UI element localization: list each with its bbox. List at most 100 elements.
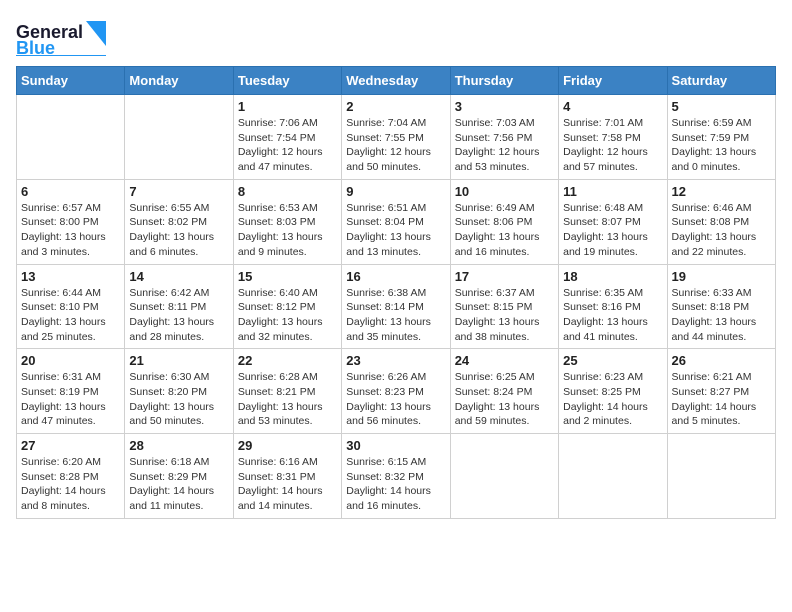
day-number: 6 <box>21 184 120 199</box>
day-header-saturday: Saturday <box>667 67 775 95</box>
day-number: 18 <box>563 269 662 284</box>
calendar-cell: 16Sunrise: 6:38 AM Sunset: 8:14 PM Dayli… <box>342 264 450 349</box>
day-number: 24 <box>455 353 554 368</box>
calendar-cell: 30 Sunrise: 6:15 AM Sunset: 8:32 PM Dayli… <box>342 434 450 519</box>
day-info: Sunrise: 6:44 AM Sunset: 8:10 PM Dayligh… <box>21 286 120 345</box>
day-number: 14 <box>129 269 228 284</box>
day-info: Sunrise: 6:57 AM Sunset: 8:00 PM Dayligh… <box>21 201 120 260</box>
day-header-monday: Monday <box>125 67 233 95</box>
calendar-cell: 22 Sunrise: 6:28 AM Sunset: 8:21 PM Dayli… <box>233 349 341 434</box>
day-number: 3 <box>455 99 554 114</box>
calendar-cell: 8 Sunrise: 6:53 AM Sunset: 8:03 PM Daylig… <box>233 179 341 264</box>
day-info: Sunrise: 6:42 AM Sunset: 8:11 PM Dayligh… <box>129 286 228 345</box>
calendar-header-row: SundayMondayTuesdayWednesdayThursdayFrid… <box>17 67 776 95</box>
day-number: 29 <box>238 438 337 453</box>
calendar-cell: 5 Sunrise: 6:59 AM Sunset: 7:59 PM Daylig… <box>667 95 775 180</box>
calendar-week-3: 13 Sunrise: 6:44 AM Sunset: 8:10 PM Dayli… <box>17 264 776 349</box>
calendar-week-1: 1 Sunrise: 7:06 AM Sunset: 7:54 PM Daylig… <box>17 95 776 180</box>
calendar-cell <box>17 95 125 180</box>
day-header-tuesday: Tuesday <box>233 67 341 95</box>
calendar-cell: 19 Sunrise: 6:33 AM Sunset: 8:18 PM Dayli… <box>667 264 775 349</box>
calendar-cell: 11 Sunrise: 6:48 AM Sunset: 8:07 PM Dayli… <box>559 179 667 264</box>
calendar-cell: 14 Sunrise: 6:42 AM Sunset: 8:11 PM Dayli… <box>125 264 233 349</box>
day-info: Sunrise: 6:48 AM Sunset: 8:07 PM Dayligh… <box>563 201 662 260</box>
day-info: Sunrise: 6:30 AM Sunset: 8:20 PM Dayligh… <box>129 370 228 429</box>
day-info: Sunrise: 6:28 AM Sunset: 8:21 PM Dayligh… <box>238 370 337 429</box>
calendar-cell: 20 Sunrise: 6:31 AM Sunset: 8:19 PM Dayli… <box>17 349 125 434</box>
calendar-week-2: 6 Sunrise: 6:57 AM Sunset: 8:00 PM Daylig… <box>17 179 776 264</box>
day-info: Sunrise: 6:31 AM Sunset: 8:19 PM Dayligh… <box>21 370 120 429</box>
calendar-cell <box>450 434 558 519</box>
calendar-week-4: 20 Sunrise: 6:31 AM Sunset: 8:19 PM Dayli… <box>17 349 776 434</box>
day-number: 27 <box>21 438 120 453</box>
day-number: 13 <box>21 269 120 284</box>
day-info: Sunrise: 6:21 AM Sunset: 8:27 PM Dayligh… <box>672 370 771 429</box>
calendar-cell: 26 Sunrise: 6:21 AM Sunset: 8:27 PM Dayli… <box>667 349 775 434</box>
logo: General Blue <box>16 16 106 56</box>
calendar-cell: 6 Sunrise: 6:57 AM Sunset: 8:00 PM Daylig… <box>17 179 125 264</box>
calendar-cell: 28Sunrise: 6:18 AM Sunset: 8:29 PM Dayli… <box>125 434 233 519</box>
day-number: 1 <box>238 99 337 114</box>
day-info: Sunrise: 6:46 AM Sunset: 8:08 PM Dayligh… <box>672 201 771 260</box>
calendar-cell: 29 Sunrise: 6:16 AM Sunset: 8:31 PM Dayli… <box>233 434 341 519</box>
calendar-cell <box>125 95 233 180</box>
day-number: 23 <box>346 353 445 368</box>
day-info: Sunrise: 7:06 AM Sunset: 7:54 PM Dayligh… <box>238 116 337 175</box>
day-number: 12 <box>672 184 771 199</box>
day-number: 19 <box>672 269 771 284</box>
day-header-friday: Friday <box>559 67 667 95</box>
calendar-cell: 23Sunrise: 6:26 AM Sunset: 8:23 PM Dayli… <box>342 349 450 434</box>
day-info: Sunrise: 6:55 AM Sunset: 8:02 PM Dayligh… <box>129 201 228 260</box>
calendar-table: SundayMondayTuesdayWednesdayThursdayFrid… <box>16 66 776 519</box>
day-info: Sunrise: 6:53 AM Sunset: 8:03 PM Dayligh… <box>238 201 337 260</box>
day-header-sunday: Sunday <box>17 67 125 95</box>
day-number: 28 <box>129 438 228 453</box>
calendar-cell: 25 Sunrise: 6:23 AM Sunset: 8:25 PM Dayli… <box>559 349 667 434</box>
day-info: Sunrise: 6:23 AM Sunset: 8:25 PM Dayligh… <box>563 370 662 429</box>
calendar-cell: 1 Sunrise: 7:06 AM Sunset: 7:54 PM Daylig… <box>233 95 341 180</box>
day-number: 11 <box>563 184 662 199</box>
day-number: 22 <box>238 353 337 368</box>
day-info: Sunrise: 6:15 AM Sunset: 8:32 PM Dayligh… <box>346 455 445 514</box>
day-number: 30 <box>346 438 445 453</box>
day-header-thursday: Thursday <box>450 67 558 95</box>
day-info: Sunrise: 6:49 AM Sunset: 8:06 PM Dayligh… <box>455 201 554 260</box>
day-info: Sunrise: 6:33 AM Sunset: 8:18 PM Dayligh… <box>672 286 771 345</box>
day-info: Sunrise: 7:04 AM Sunset: 7:55 PM Dayligh… <box>346 116 445 175</box>
calendar-week-5: 27Sunrise: 6:20 AM Sunset: 8:28 PM Dayli… <box>17 434 776 519</box>
day-number: 2 <box>346 99 445 114</box>
day-number: 15 <box>238 269 337 284</box>
calendar-cell: 17 Sunrise: 6:37 AM Sunset: 8:15 PM Dayli… <box>450 264 558 349</box>
day-number: 17 <box>455 269 554 284</box>
day-number: 8 <box>238 184 337 199</box>
day-info: Sunrise: 6:51 AM Sunset: 8:04 PM Dayligh… <box>346 201 445 260</box>
calendar-cell: 13 Sunrise: 6:44 AM Sunset: 8:10 PM Dayli… <box>17 264 125 349</box>
day-number: 20 <box>21 353 120 368</box>
calendar-cell: 4Sunrise: 7:01 AM Sunset: 7:58 PM Daylig… <box>559 95 667 180</box>
day-number: 26 <box>672 353 771 368</box>
calendar-cell: 3 Sunrise: 7:03 AM Sunset: 7:56 PM Daylig… <box>450 95 558 180</box>
day-info: Sunrise: 6:16 AM Sunset: 8:31 PM Dayligh… <box>238 455 337 514</box>
calendar-cell: 18 Sunrise: 6:35 AM Sunset: 8:16 PM Dayli… <box>559 264 667 349</box>
calendar-cell: 21 Sunrise: 6:30 AM Sunset: 8:20 PM Dayli… <box>125 349 233 434</box>
day-info: Sunrise: 7:03 AM Sunset: 7:56 PM Dayligh… <box>455 116 554 175</box>
calendar-cell <box>559 434 667 519</box>
day-info: Sunrise: 6:37 AM Sunset: 8:15 PM Dayligh… <box>455 286 554 345</box>
calendar-cell: 2 Sunrise: 7:04 AM Sunset: 7:55 PM Daylig… <box>342 95 450 180</box>
calendar-cell: 15 Sunrise: 6:40 AM Sunset: 8:12 PM Dayli… <box>233 264 341 349</box>
calendar-cell: 12 Sunrise: 6:46 AM Sunset: 8:08 PM Dayli… <box>667 179 775 264</box>
day-number: 21 <box>129 353 228 368</box>
svg-text:Blue: Blue <box>16 38 55 56</box>
day-info: Sunrise: 6:40 AM Sunset: 8:12 PM Dayligh… <box>238 286 337 345</box>
day-number: 9 <box>346 184 445 199</box>
calendar-cell: 7Sunrise: 6:55 AM Sunset: 8:02 PM Daylig… <box>125 179 233 264</box>
calendar-cell <box>667 434 775 519</box>
day-number: 25 <box>563 353 662 368</box>
page-header: General Blue <box>16 16 776 56</box>
day-info: Sunrise: 6:59 AM Sunset: 7:59 PM Dayligh… <box>672 116 771 175</box>
calendar-cell: 24Sunrise: 6:25 AM Sunset: 8:24 PM Dayli… <box>450 349 558 434</box>
calendar-cell: 10Sunrise: 6:49 AM Sunset: 8:06 PM Dayli… <box>450 179 558 264</box>
day-number: 5 <box>672 99 771 114</box>
day-info: Sunrise: 6:35 AM Sunset: 8:16 PM Dayligh… <box>563 286 662 345</box>
day-info: Sunrise: 6:38 AM Sunset: 8:14 PM Dayligh… <box>346 286 445 345</box>
